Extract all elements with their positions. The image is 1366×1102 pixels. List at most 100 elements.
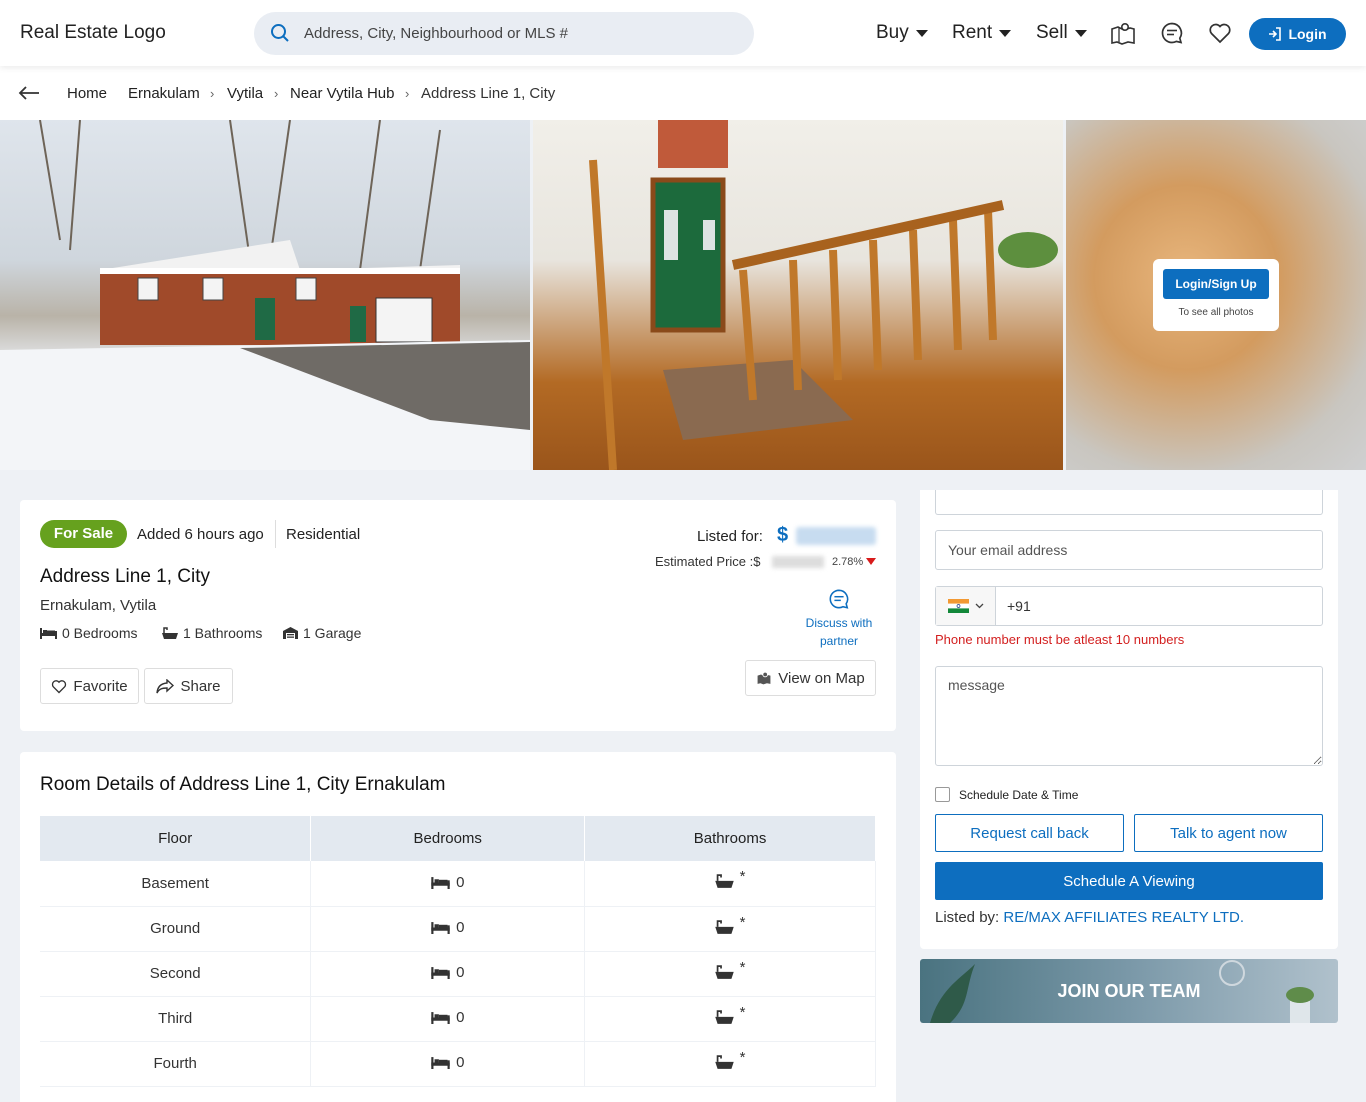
- table-row: Ground 0 *: [40, 906, 876, 952]
- breadcrumb-home[interactable]: Home: [67, 85, 107, 102]
- nav-sell-label: Sell: [1036, 22, 1068, 43]
- phone-code[interactable]: +91: [1007, 598, 1031, 614]
- table-row: Second 0 *: [40, 951, 876, 997]
- login-label: Login: [1288, 26, 1327, 42]
- bath-icon: [714, 1054, 734, 1069]
- bath-icon: [714, 874, 734, 889]
- listed-for-label: Listed for:: [697, 528, 763, 545]
- favorite-button[interactable]: Favorite: [40, 668, 139, 704]
- message-field[interactable]: [935, 666, 1323, 766]
- search-icon: [271, 24, 289, 42]
- view-on-map-label: View on Map: [778, 669, 865, 687]
- email-field[interactable]: [935, 530, 1323, 570]
- estimated-price-label: Estimated Price :$: [655, 554, 761, 569]
- bedrooms-cell: 0: [310, 906, 586, 952]
- chevron-down-icon: [975, 603, 983, 609]
- bath-icon: [714, 1009, 734, 1024]
- bedrooms-value: 0: [456, 919, 465, 936]
- bed-icon: [40, 628, 57, 639]
- breadcrumb-neighbourhood[interactable]: Near Vytila Hub: [290, 85, 395, 102]
- down-arrow-icon: [866, 558, 876, 565]
- search-input[interactable]: [304, 12, 734, 55]
- site-logo[interactable]: Real Estate Logo: [20, 22, 166, 44]
- bed-icon: [431, 967, 450, 979]
- nav-buy[interactable]: Buy: [876, 22, 928, 44]
- garage-count: 1 Garage: [303, 625, 362, 641]
- request-call-back-button[interactable]: Request call back: [935, 814, 1124, 852]
- breadcrumb-separator-icon: ›: [405, 86, 410, 101]
- photo-interior[interactable]: [533, 120, 1063, 470]
- bathrooms-value: *: [739, 868, 746, 886]
- discuss-with-partner[interactable]: Discuss with partner: [796, 588, 882, 650]
- floor-cell: Second: [40, 951, 312, 997]
- feature-bedrooms: 0 Bedrooms: [40, 625, 137, 641]
- breadcrumb-separator-icon: ›: [210, 86, 215, 101]
- login-signup-button[interactable]: Login/Sign Up: [1163, 269, 1269, 299]
- interior-stairs-image: [589, 120, 1058, 470]
- table-row: Third 0 *: [40, 996, 876, 1042]
- login-button[interactable]: Login: [1249, 18, 1346, 50]
- estimated-price-blurred: [772, 556, 824, 568]
- table-row: Basement 0 *: [40, 861, 876, 907]
- price-currency: $: [777, 524, 789, 546]
- chat-icon[interactable]: [1160, 21, 1184, 45]
- feature-bathrooms: 1 Bathrooms: [162, 625, 262, 641]
- bedrooms-cell: 0: [310, 951, 586, 997]
- floor-cell: Fourth: [40, 1041, 312, 1087]
- join-our-team-label: JOIN OUR TEAM: [1057, 980, 1201, 1001]
- bed-icon: [431, 1012, 450, 1024]
- view-on-map-button[interactable]: View on Map: [745, 660, 876, 696]
- share-label: Share: [180, 677, 221, 695]
- room-details-title: Room Details of Address Line 1, City Ern…: [40, 774, 446, 795]
- favorite-label: Favorite: [73, 677, 128, 695]
- price-blurred: [796, 527, 876, 545]
- listed-by-agency[interactable]: RE/MAX AFFILIATES REALTY LTD.: [1003, 909, 1244, 926]
- chevron-down-icon: [1074, 29, 1087, 37]
- breadcrumb-separator-icon: ›: [274, 86, 279, 101]
- name-field[interactable]: [935, 490, 1323, 515]
- floor-cell: Basement: [40, 861, 312, 907]
- phone-field: +91: [935, 586, 1323, 626]
- bedrooms-cell: 0: [310, 996, 586, 1042]
- country-selector[interactable]: [936, 587, 996, 625]
- join-our-team-banner[interactable]: JOIN OUR TEAM: [920, 959, 1338, 1023]
- bed-icon: [431, 876, 450, 889]
- heart-icon[interactable]: [1208, 21, 1232, 45]
- bed-icon: [431, 1057, 450, 1069]
- photo-exterior[interactable]: [0, 120, 530, 470]
- bathrooms-value: *: [739, 958, 746, 976]
- nav-rent-label: Rent: [952, 22, 993, 43]
- bathrooms-cell: *: [584, 906, 876, 952]
- bedrooms-cell: 0: [310, 1041, 586, 1087]
- schedule-checkbox[interactable]: [935, 787, 950, 802]
- breadcrumb-area[interactable]: Vytila: [227, 85, 263, 102]
- status-badge: For Sale: [40, 520, 127, 548]
- house-exterior-image: [0, 120, 530, 470]
- bathrooms-value: *: [739, 1048, 746, 1066]
- chevron-down-icon: [915, 29, 928, 37]
- column-bathrooms: Bathrooms: [584, 816, 876, 861]
- schedule-viewing-button[interactable]: Schedule A Viewing: [935, 862, 1323, 900]
- share-button[interactable]: Share: [144, 668, 233, 704]
- bedrooms-value: 0: [456, 873, 465, 891]
- nav-sell[interactable]: Sell: [1036, 22, 1087, 44]
- breadcrumb-current: Address Line 1, City: [421, 85, 556, 102]
- bath-icon: [714, 919, 734, 934]
- nav-rent[interactable]: Rent: [952, 22, 1012, 44]
- garage-icon: [283, 627, 298, 639]
- schedule-checkbox-label: Schedule Date & Time: [959, 788, 1079, 802]
- talk-to-agent-button[interactable]: Talk to agent now: [1134, 814, 1323, 852]
- phone-error: Phone number must be atleast 10 numbers: [935, 632, 1185, 647]
- search-bar[interactable]: [254, 12, 754, 55]
- back-arrow-icon[interactable]: [18, 84, 40, 102]
- breadcrumb-city[interactable]: Ernakulam: [128, 85, 200, 102]
- property-type: Residential: [286, 526, 361, 543]
- bedrooms-cell: 0: [310, 861, 586, 907]
- bathrooms-value: *: [739, 1003, 746, 1021]
- column-floor: Floor: [40, 816, 312, 861]
- room-details-table: Floor Bedrooms Bathrooms Basement 0 * Groun…: [40, 816, 876, 1087]
- listing-location: Ernakulam, Vytila: [40, 597, 157, 614]
- nav-buy-label: Buy: [876, 22, 909, 43]
- chevron-down-icon: [999, 29, 1012, 37]
- map-icon[interactable]: [1110, 21, 1136, 45]
